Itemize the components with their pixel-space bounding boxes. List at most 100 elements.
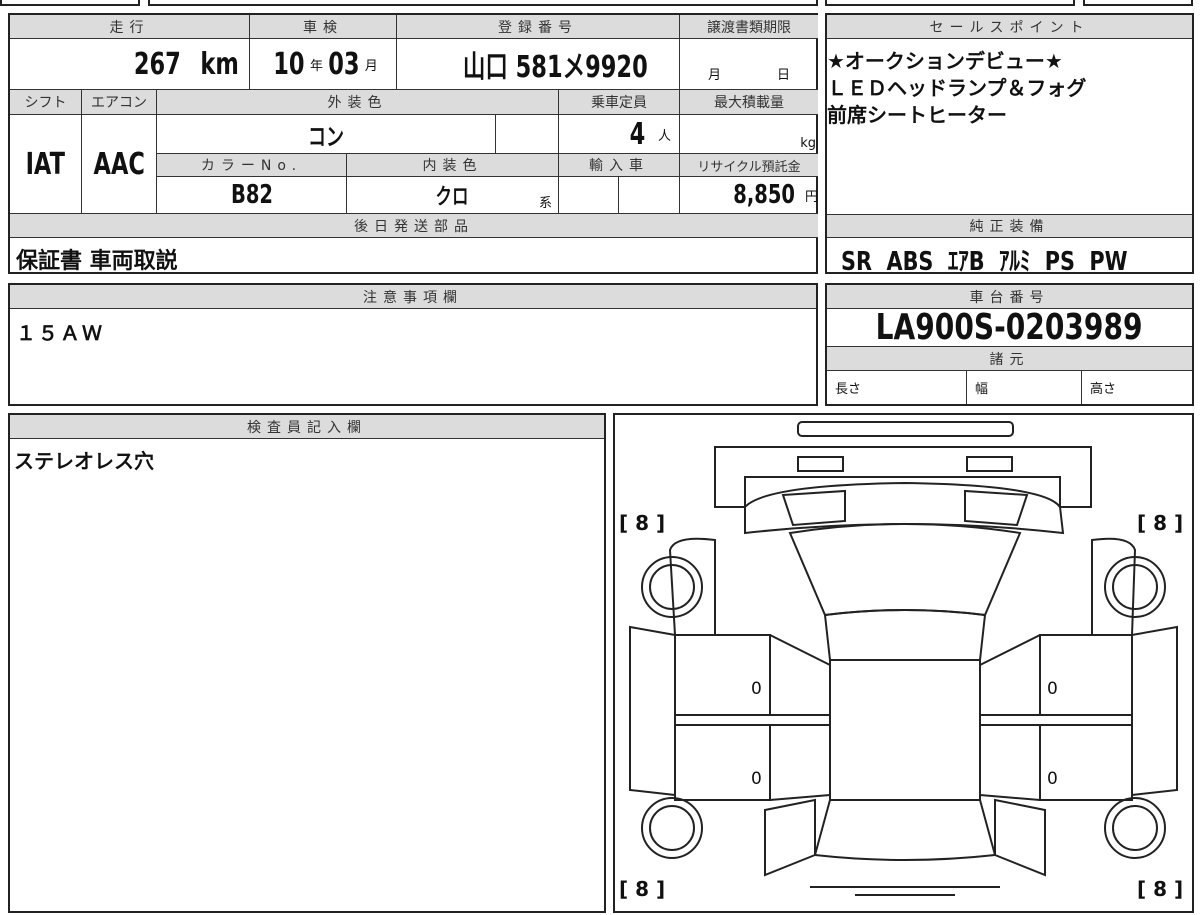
- chassis-number: LA900S-0203989: [876, 309, 1143, 347]
- color-no-label: カラーNo.: [157, 154, 347, 177]
- sales-points-list: ★オークションデビュー★ ＬＥＤヘッドランプ＆フォグ 前席シートヒーター: [827, 48, 1086, 129]
- exterior-text: コン: [308, 122, 344, 151]
- rear-quarters: [764, 798, 1046, 877]
- import-value: [559, 177, 619, 214]
- sales-point: ＬＥＤヘッドランプ＆フォグ: [827, 76, 1087, 100]
- month-unit: 月: [364, 58, 378, 74]
- top-cut-box: [0, 0, 140, 6]
- car-diagram: [629, 421, 1178, 896]
- door-mark: 0: [1047, 769, 1058, 789]
- inspector-value: ステレオレス穴: [14, 449, 154, 473]
- shift-value: IAT: [10, 115, 82, 214]
- inspection-value: 10 年 03 月: [250, 39, 397, 90]
- front-panel: [714, 446, 1092, 508]
- sales-point: 前席シートヒーター: [827, 103, 1007, 127]
- notes-label: 注意事項欄: [10, 285, 816, 309]
- inspection-month: 03: [328, 46, 360, 82]
- wheel-rl: [649, 805, 695, 851]
- color-no-value: B82: [157, 177, 347, 214]
- later-parts-value: 保証書 車両取説: [16, 249, 178, 274]
- notes-panel: 注意事項欄 １５ＡＷ: [8, 283, 818, 406]
- rear-window: [813, 799, 997, 861]
- plate-number: 山口 581メ9920: [463, 50, 649, 85]
- capacity-label: 乗車定員: [559, 90, 680, 115]
- later-parts-label: 後日発送部品: [10, 214, 818, 238]
- chassis-label: 車台番号: [827, 285, 1192, 309]
- spec-height: 高さ: [1090, 382, 1117, 397]
- load-label: 最大積載量: [680, 90, 818, 115]
- transfer-value: 月日: [680, 39, 818, 90]
- exterior-value: コン: [157, 115, 496, 154]
- recycle-value: 8,850 円: [680, 177, 818, 214]
- interior-unit: 系: [538, 196, 552, 211]
- interior-value: クロ 系: [347, 177, 559, 214]
- color-no-text: B82: [230, 180, 273, 210]
- equipment-text: SR ABS ｴｱB ｱﾙﾐ PS PW: [841, 247, 1128, 277]
- capacity-number: 4: [629, 116, 646, 152]
- capacity-value: 4 人: [559, 115, 680, 154]
- top-cut-box: [825, 0, 1075, 6]
- mileage-number: 267: [133, 46, 181, 82]
- headlight-right: [966, 456, 1013, 472]
- vehicle-info-table: 走行 車検 登録番号 譲渡書類期限 267 km 10 年 03 月 山口 581メ9…: [8, 13, 818, 274]
- plate-label: 登録番号: [397, 15, 680, 39]
- mileage-label: 走行: [10, 15, 250, 39]
- chassis-value: LA900S-0203989: [827, 309, 1192, 347]
- interior-label: 内装色: [347, 154, 559, 177]
- inspection-year: 10: [273, 46, 305, 82]
- front-bumper: [797, 421, 1014, 437]
- shift-text: IAT: [25, 146, 66, 182]
- specs-label: 諸元: [827, 347, 1192, 371]
- top-cut-box: [148, 0, 818, 6]
- equipment-value: SR ABS ｴｱB ｱﾙﾐ PS PW: [841, 241, 1199, 278]
- tire-rl-label: [ 8 ]: [619, 877, 666, 901]
- transfer-month: 月: [707, 68, 721, 83]
- transfer-label: 譲渡書類期限: [680, 15, 818, 39]
- sales-points-label: セールスポイント: [827, 15, 1192, 39]
- headlight-left: [797, 456, 844, 472]
- interior-text: クロ: [435, 185, 469, 210]
- roof-front: [823, 609, 987, 661]
- mileage-value: 267 km: [10, 39, 250, 90]
- ac-value: AAC: [82, 115, 157, 214]
- inspection-label: 車検: [250, 15, 397, 39]
- capacity-unit: 人: [657, 128, 671, 144]
- spec-length: 長さ: [827, 371, 967, 404]
- recycle-label: リサイクル預託金: [680, 154, 818, 177]
- plate-value: 山口 581メ9920: [397, 39, 680, 90]
- chassis-panel: 車台番号 LA900S-0203989 諸元 長さ 幅 高さ: [825, 283, 1194, 406]
- wheel-rr: [1112, 805, 1158, 851]
- car-diagram-panel: [ 8 ] [ 8 ] [ 8 ] [ 8 ] 0 0 0 0: [613, 413, 1194, 913]
- exterior-label: 外装色: [157, 90, 559, 115]
- door-mark: 0: [1047, 679, 1058, 699]
- spec-width: 幅: [967, 371, 1082, 404]
- door-seams: [770, 714, 1040, 726]
- load-value: kg: [680, 115, 818, 154]
- recycle-unit: 円: [804, 189, 818, 205]
- front-fenders: [668, 537, 1137, 636]
- import-value-2: [619, 177, 680, 214]
- transfer-day: 日: [776, 68, 790, 83]
- inspector-panel: 検査員記入欄 ステレオレス穴: [8, 413, 606, 913]
- tire-rr-label: [ 8 ]: [1137, 877, 1184, 901]
- notes-value: １５ＡＷ: [16, 321, 104, 345]
- mirrors: [781, 489, 1029, 527]
- tire-fr-label: [ 8 ]: [1137, 511, 1184, 535]
- sales-point: ★オークションデビュー★: [827, 49, 1063, 73]
- mileage-unit: km: [200, 46, 239, 82]
- ac-text: AAC: [93, 146, 145, 182]
- sales-points-panel: セールスポイント ★オークションデビュー★ ＬＥＤヘッドランプ＆フォグ 前席シー…: [825, 13, 1194, 277]
- rear-bumper: [810, 886, 1000, 896]
- windshield: [788, 523, 1022, 617]
- exterior-extra: [496, 115, 559, 154]
- year-unit: 年: [309, 58, 323, 74]
- side-sills: [629, 625, 1178, 797]
- load-unit: kg: [800, 136, 816, 151]
- ac-label: エアコン: [82, 90, 157, 115]
- roof: [829, 659, 981, 801]
- door-mark: 0: [751, 679, 762, 699]
- tire-fl-label: [ 8 ]: [619, 511, 666, 535]
- equipment-label: 純正装備: [827, 214, 1192, 238]
- import-label: 輸入車: [559, 154, 680, 177]
- top-cut-box: [1083, 0, 1193, 6]
